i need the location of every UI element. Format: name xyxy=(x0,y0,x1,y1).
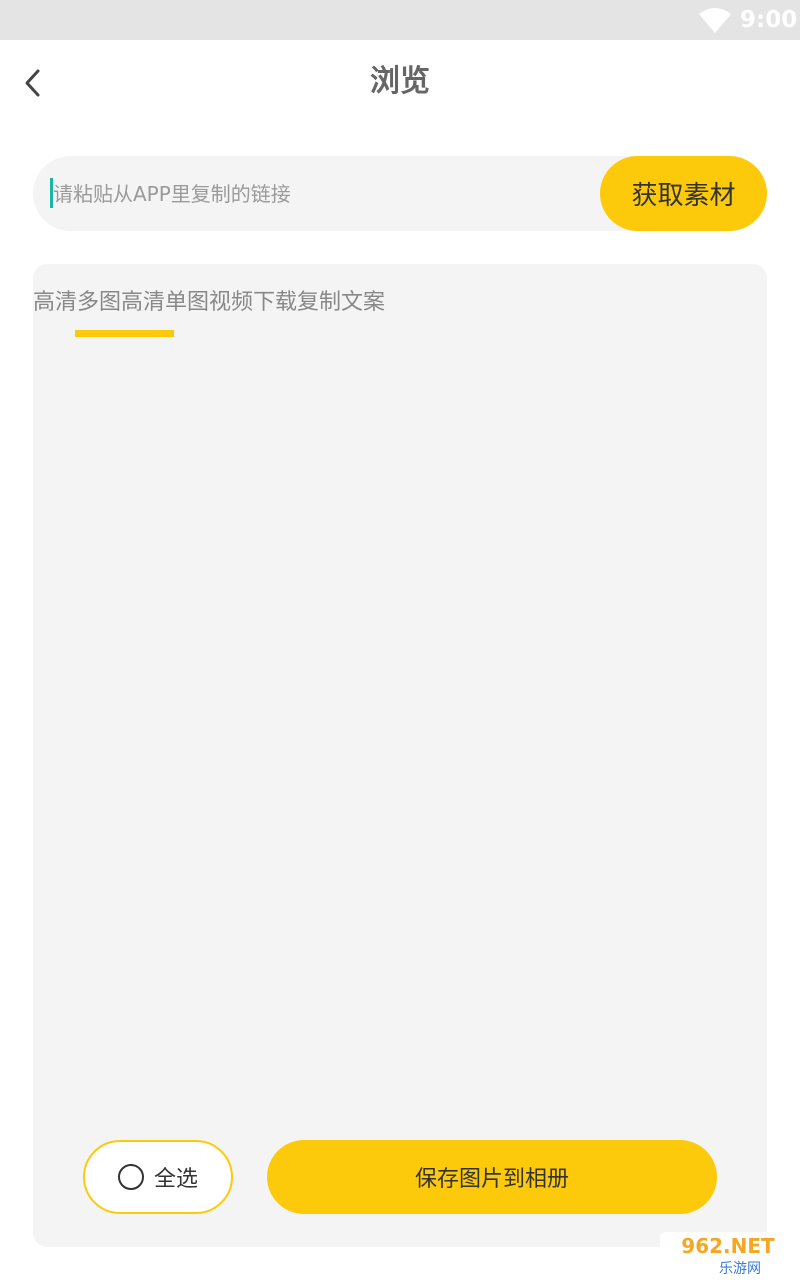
tab-hd-single-image[interactable]: 高清单图 xyxy=(121,286,209,320)
app-bar: 浏览 xyxy=(0,40,800,124)
tab-bar: 高清多图 高清单图 视频下载 复制文案 xyxy=(33,286,385,320)
save-to-album-button[interactable]: 保存图片到相册 xyxy=(267,1140,717,1214)
page-title: 浏览 xyxy=(370,64,430,99)
text-caret xyxy=(50,178,53,208)
tab-video-download[interactable]: 视频下载 xyxy=(209,286,297,320)
active-tab-indicator xyxy=(75,330,174,337)
wifi-icon xyxy=(699,8,731,33)
watermark-text-top: 962.NET xyxy=(681,1234,775,1258)
link-search-bar: 获取素材 xyxy=(33,156,767,231)
link-input[interactable] xyxy=(49,156,609,231)
select-all-button[interactable]: 全选 xyxy=(83,1140,233,1214)
content-panel: 高清多图 高清单图 视频下载 复制文案 全选 保存图片到相册 xyxy=(33,264,767,1247)
status-time: 9:00 xyxy=(740,7,798,33)
select-all-label: 全选 xyxy=(153,1167,198,1192)
watermark-text-bottom: 乐游网 xyxy=(719,1261,761,1277)
tab-hd-multi-image[interactable]: 高清多图 xyxy=(33,286,121,320)
status-bar: 9:00 xyxy=(0,0,800,40)
tab-copy-text[interactable]: 复制文案 xyxy=(297,286,385,320)
radio-circle-icon xyxy=(117,1164,144,1190)
fetch-material-button[interactable]: 获取素材 xyxy=(600,156,767,231)
site-watermark-logo: 962.NET 乐游网 xyxy=(660,1232,796,1278)
